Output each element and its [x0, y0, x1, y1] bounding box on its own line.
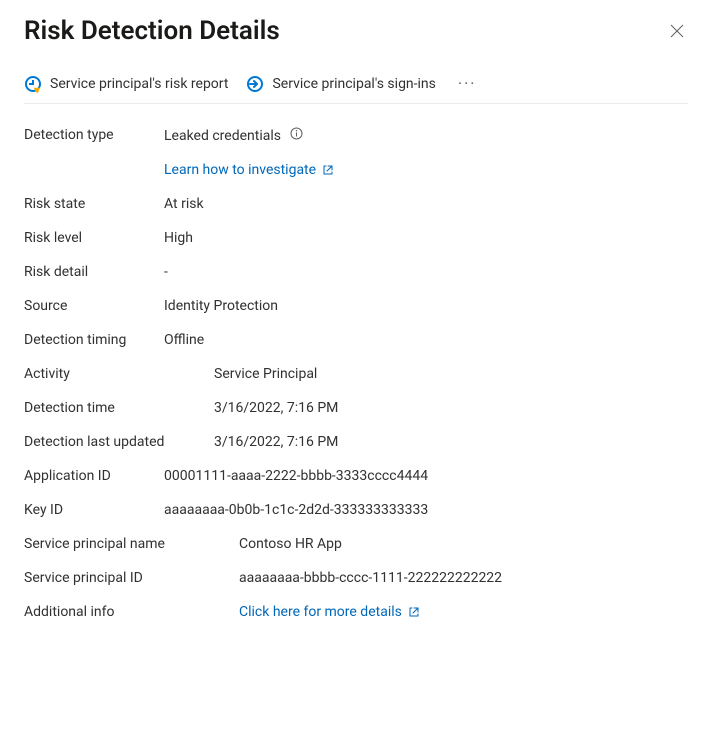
sp-id-value: aaaaaaaa-bbbb-cccc-1111-222222222222 [239, 570, 502, 586]
risk-detail-label: Risk detail [24, 264, 164, 280]
detection-time-label: Detection time [24, 400, 214, 416]
source-value: Identity Protection [164, 298, 278, 314]
detection-timing-label: Detection timing [24, 332, 164, 348]
detection-timing-row: Detection timing Offline [24, 323, 688, 357]
page-title: Risk Detection Details [24, 16, 280, 46]
detection-time-value: 3/16/2022, 7:16 PM [214, 400, 338, 416]
risk-state-row: Risk state At risk [24, 187, 688, 221]
learn-how-link[interactable]: Learn how to investigate [164, 162, 334, 178]
detection-last-updated-label: Detection last updated [24, 434, 214, 450]
source-row: Source Identity Protection [24, 289, 688, 323]
risk-detail-row: Risk detail - [24, 255, 688, 289]
risk-report-label: Service principal's risk report [50, 76, 228, 92]
application-id-value: 00001111-aaaa-2222-bbbb-3333cccc4444 [164, 468, 428, 484]
sp-name-row: Service principal name Contoso HR App [24, 527, 688, 561]
sp-id-row: Service principal ID aaaaaaaa-bbbb-cccc-… [24, 561, 688, 595]
detection-type-value: Leaked credentials [164, 127, 303, 144]
key-id-value: aaaaaaaa-0b0b-1c1c-2d2d-333333333333 [164, 502, 428, 518]
risk-level-label: Risk level [24, 230, 164, 246]
risk-level-row: Risk level High [24, 221, 688, 255]
sign-ins-icon [246, 75, 264, 93]
application-id-row: Application ID 00001111-aaaa-2222-bbbb-3… [24, 459, 688, 493]
detection-last-updated-row: Detection last updated 3/16/2022, 7:16 P… [24, 425, 688, 459]
risk-detail-value: - [164, 264, 168, 280]
detection-type-row: Detection type Leaked credentials [24, 118, 688, 153]
key-id-label: Key ID [24, 502, 164, 518]
key-id-row: Key ID aaaaaaaa-0b0b-1c1c-2d2d-333333333… [24, 493, 688, 527]
risk-level-value: High [164, 230, 193, 246]
external-link-icon [322, 164, 334, 176]
detection-time-row: Detection time 3/16/2022, 7:16 PM [24, 391, 688, 425]
activity-row: Activity Service Principal [24, 357, 688, 391]
toolbar: Service principal's risk report Service … [24, 74, 688, 104]
risk-state-label: Risk state [24, 196, 164, 212]
risk-state-value: At risk [164, 196, 204, 212]
activity-value: Service Principal [214, 366, 317, 382]
close-icon[interactable] [666, 20, 688, 42]
additional-info-label: Additional info [24, 604, 239, 620]
risk-report-button[interactable]: Service principal's risk report [24, 75, 228, 93]
detection-type-label: Detection type [24, 127, 164, 143]
detection-timing-value: Offline [164, 332, 204, 348]
sign-ins-button[interactable]: Service principal's sign-ins [246, 75, 435, 93]
application-id-label: Application ID [24, 468, 164, 484]
sp-name-value: Contoso HR App [239, 536, 342, 552]
risk-report-icon [24, 75, 42, 93]
additional-info-link[interactable]: Click here for more details [239, 604, 420, 620]
sign-ins-label: Service principal's sign-ins [272, 76, 435, 92]
learn-link-row: Learn how to investigate [24, 153, 688, 187]
additional-info-row: Additional info Click here for more deta… [24, 595, 688, 629]
activity-label: Activity [24, 366, 214, 382]
sp-name-label: Service principal name [24, 536, 239, 552]
detection-last-updated-value: 3/16/2022, 7:16 PM [214, 434, 338, 450]
external-link-icon [408, 606, 420, 618]
source-label: Source [24, 298, 164, 314]
info-icon[interactable] [290, 127, 303, 140]
details-panel: Detection type Leaked credentials Learn … [24, 118, 688, 629]
more-icon[interactable]: ··· [458, 74, 477, 93]
sp-id-label: Service principal ID [24, 570, 239, 586]
